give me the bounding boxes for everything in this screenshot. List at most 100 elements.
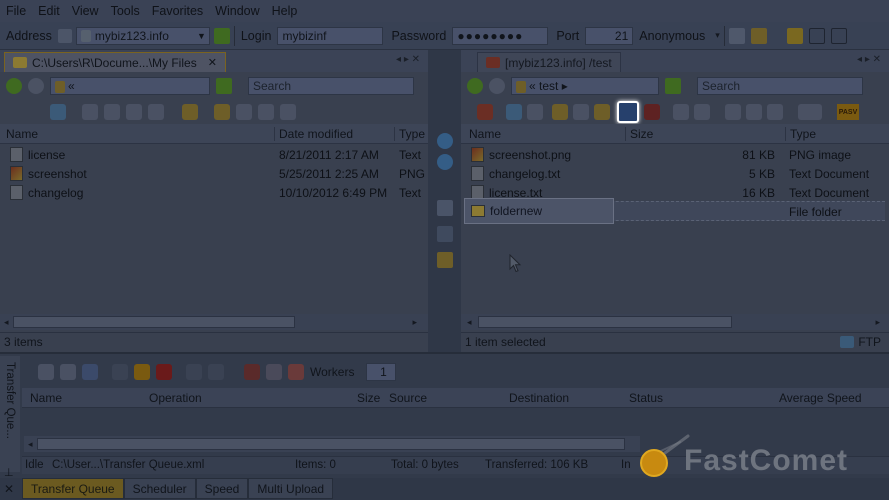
up-folder-icon[interactable] (665, 78, 681, 94)
close-icon[interactable]: ✕ (208, 56, 217, 69)
auto-mode-icon[interactable] (798, 104, 822, 120)
back-icon[interactable] (467, 78, 483, 94)
folder-name-input[interactable]: foldernew (490, 204, 542, 218)
port-field[interactable]: 21 (585, 26, 634, 45)
paste-icon[interactable] (126, 104, 142, 120)
queue-col-average-speed[interactable]: Average Speed (779, 391, 862, 405)
menu-file[interactable]: File (0, 4, 32, 18)
chevron-down-icon[interactable]: ▾ (715, 30, 720, 41)
right-horizontal-scrollbar[interactable]: ◂ ▸ (461, 314, 889, 330)
col-date[interactable]: Date modified (274, 127, 353, 141)
left-path-field[interactable]: « (50, 77, 210, 95)
queue-copy-icon[interactable] (60, 364, 76, 380)
queue-side-tab[interactable]: Transfer Que... (0, 356, 20, 472)
menu-edit[interactable]: Edit (32, 4, 66, 18)
left-search-input[interactable]: Search (248, 77, 414, 95)
save-icon[interactable] (82, 364, 98, 380)
cut-icon[interactable] (725, 104, 741, 120)
upload-icon[interactable] (437, 133, 453, 149)
tab-remote-folder[interactable]: [mybiz123.info] /test (477, 52, 621, 72)
play-icon[interactable] (112, 364, 128, 380)
scroll-right-icon[interactable]: ▸ (413, 317, 418, 328)
clear-queue-icon[interactable] (244, 364, 260, 380)
tab-scroll-icon[interactable]: ◂ ▸ ✕ (396, 54, 420, 65)
right-path-field[interactable]: « test ▸ (511, 77, 659, 95)
queue-col-size[interactable]: Size (357, 391, 380, 405)
star-icon[interactable] (786, 27, 803, 44)
queue-undo-icon[interactable] (208, 364, 224, 380)
login-field[interactable]: mybizinf (277, 26, 384, 45)
move-to-icon[interactable] (182, 104, 198, 120)
queue-col-operation[interactable]: Operation (149, 391, 202, 405)
properties-icon[interactable] (694, 104, 710, 120)
queue-col-name[interactable]: Name (30, 391, 62, 405)
new-folder-icon[interactable] (617, 101, 639, 123)
col-name[interactable]: Name (469, 127, 501, 141)
scroll-left-icon[interactable]: ◂ (28, 439, 33, 450)
col-type[interactable]: Type (394, 127, 425, 141)
rename-icon[interactable] (573, 104, 589, 120)
list-item[interactable]: screenshot (10, 164, 87, 183)
folder-bookmark-icon[interactable] (750, 27, 767, 44)
menu-help[interactable]: Help (266, 4, 304, 18)
queue-col-status[interactable]: Status (629, 391, 663, 405)
queue-col-source[interactable]: Source (389, 391, 427, 405)
tab-speed[interactable]: Speed (195, 478, 249, 499)
cut-icon[interactable] (82, 104, 98, 120)
left-horizontal-scrollbar[interactable]: ◂ ▸ (0, 314, 428, 330)
refresh-icon[interactable] (506, 104, 522, 120)
properties-icon[interactable] (258, 104, 274, 120)
queue-horizontal-scrollbar[interactable]: ◂ (24, 436, 640, 452)
pause-icon[interactable] (134, 364, 150, 380)
new-folder-rename-row[interactable]: foldernew (464, 198, 614, 224)
scroll-left-icon[interactable]: ◂ (467, 317, 472, 328)
workers-icon[interactable] (288, 364, 304, 380)
up-folder-icon[interactable] (216, 78, 232, 94)
tab-scroll-icon[interactable]: ◂ ▸ ✕ (857, 54, 881, 65)
split-vertical-icon[interactable] (830, 27, 847, 44)
tab-multi-upload[interactable]: Multi Upload (248, 478, 334, 499)
new-folder-icon[interactable] (214, 104, 230, 120)
list-item[interactable]: license (10, 145, 65, 164)
sync-folders-icon[interactable] (437, 252, 453, 268)
scroll-thumb[interactable] (477, 316, 732, 328)
connect-arrow-icon[interactable] (213, 27, 230, 44)
delete-icon[interactable] (148, 104, 164, 120)
scroll-left-icon[interactable]: ◂ (4, 317, 9, 328)
paste-icon[interactable] (767, 104, 783, 120)
list-item[interactable]: screenshot.png (471, 145, 571, 164)
col-name[interactable]: Name (6, 127, 38, 141)
compare-icon[interactable] (437, 200, 453, 216)
pasv-button[interactable]: PASV (837, 104, 859, 120)
workers-stepper[interactable]: 1 (366, 363, 397, 381)
scroll-thumb[interactable] (12, 316, 295, 328)
copy-icon[interactable] (104, 104, 120, 120)
menu-window[interactable]: Window (209, 4, 265, 18)
disconnect-icon[interactable] (477, 104, 493, 120)
anonymous-checkbox[interactable]: Anonymous (639, 29, 705, 43)
copy-icon[interactable] (746, 104, 762, 120)
menu-view[interactable]: View (66, 4, 105, 18)
scroll-thumb[interactable] (36, 438, 625, 450)
close-icon[interactable]: ✕ (4, 482, 14, 496)
right-search-input[interactable]: Search (697, 77, 863, 95)
move-to-icon[interactable] (552, 104, 568, 120)
site-manager-icon[interactable] (57, 28, 72, 43)
pin-icon[interactable]: ⊥ (4, 466, 14, 479)
menu-favorites[interactable]: Favorites (146, 4, 209, 18)
remove-icon[interactable] (186, 364, 202, 380)
open-folder-icon[interactable] (594, 104, 610, 120)
forward-icon[interactable] (28, 78, 44, 94)
queue-col-destination[interactable]: Destination (509, 391, 569, 405)
menu-tools[interactable]: Tools (105, 4, 146, 18)
refresh-icon[interactable] (50, 104, 66, 120)
sites-icon[interactable] (728, 27, 745, 44)
queue-move-icon[interactable] (38, 364, 54, 380)
rename-icon[interactable] (236, 104, 252, 120)
password-field[interactable]: ●●●●●●●● (452, 26, 549, 45)
chevron-down-icon[interactable]: ▼ (197, 28, 206, 44)
split-horizontal-icon[interactable] (808, 27, 825, 44)
forward-icon[interactable] (489, 78, 505, 94)
list-item[interactable]: changelog.txt (471, 164, 560, 183)
stop-icon[interactable] (156, 364, 172, 380)
